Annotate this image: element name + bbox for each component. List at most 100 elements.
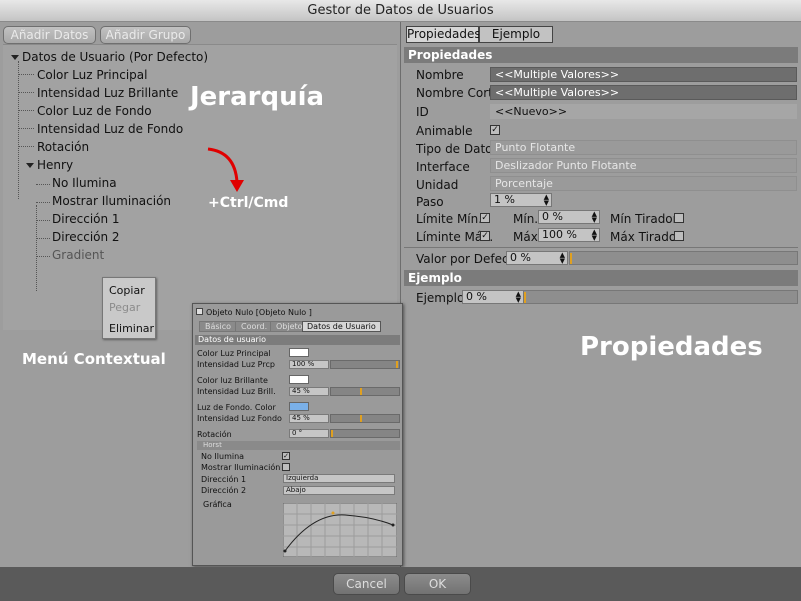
min-handle-checkbox[interactable] bbox=[674, 213, 684, 223]
tree-item[interactable]: Intensidad Luz de Fondo bbox=[37, 122, 183, 136]
tree-guide bbox=[18, 128, 34, 129]
max-value: 100 % bbox=[542, 228, 577, 241]
shot-no-ilumina-checkbox[interactable]: ✓ bbox=[282, 452, 290, 460]
shot-slider[interactable] bbox=[330, 387, 400, 396]
min-limit-checkbox[interactable]: ✓ bbox=[480, 213, 490, 223]
footer-bar bbox=[0, 567, 801, 601]
stepper-arrows-icon: ▲ ▼ bbox=[559, 251, 565, 265]
shot-group-header[interactable]: Horst bbox=[197, 441, 400, 450]
add-data-button[interactable]: Añadir Datos bbox=[3, 26, 96, 44]
divider bbox=[404, 247, 798, 248]
interface-select[interactable]: Deslizador Punto Flotante bbox=[490, 158, 797, 173]
slider-handle[interactable] bbox=[360, 415, 362, 422]
tree-guide bbox=[36, 205, 37, 291]
shot-tab-basic[interactable]: Básico bbox=[199, 321, 238, 332]
shot-spline-graph[interactable] bbox=[283, 503, 397, 557]
tree-item[interactable]: Rotación bbox=[37, 140, 89, 154]
tab-properties[interactable]: Propiedades bbox=[406, 26, 481, 43]
shot-row-label: Intensidad Luz Prcp bbox=[197, 360, 275, 369]
shot-row-label: Intensidad Luz Fondo bbox=[197, 414, 282, 423]
tree-guide bbox=[36, 256, 50, 257]
tree-item[interactable]: No Ilumina bbox=[52, 176, 117, 190]
shot-value[interactable]: 45 % bbox=[289, 387, 329, 396]
name-field[interactable]: <<Multiple Valores>> bbox=[490, 67, 797, 82]
menu-item-paste[interactable]: Pegar bbox=[109, 301, 140, 314]
shot-color-swatch[interactable] bbox=[289, 348, 309, 357]
shot-value[interactable]: 100 % bbox=[289, 360, 329, 369]
shot-slider[interactable] bbox=[330, 429, 400, 438]
shot-tab-coord[interactable]: Coord. bbox=[235, 321, 274, 332]
slider-handle[interactable] bbox=[396, 361, 398, 368]
expand-arrow-icon[interactable] bbox=[11, 55, 19, 60]
max-limit-checkbox[interactable]: ✓ bbox=[480, 231, 490, 241]
slider-handle[interactable] bbox=[360, 388, 362, 395]
animable-label: Animable bbox=[416, 124, 473, 138]
default-value: 0 % bbox=[510, 251, 531, 264]
tree-guide bbox=[18, 92, 34, 93]
shot-section: Datos de usuario bbox=[195, 335, 400, 345]
tree-item[interactable]: Mostrar Iluminación bbox=[52, 194, 171, 208]
shot-tab-user-data[interactable]: Datos de Usuario bbox=[302, 321, 381, 332]
min-limit-label: Límite Mín. bbox=[416, 212, 483, 226]
shot-mostrar-checkbox[interactable] bbox=[282, 463, 290, 471]
example-stepper[interactable]: 0 % ▲ ▼ bbox=[462, 290, 524, 304]
shot-dir1-select[interactable]: Izquierda bbox=[283, 474, 395, 483]
tree-item-group[interactable]: Henry bbox=[37, 158, 73, 172]
tree-item[interactable]: Dirección 2 bbox=[52, 230, 120, 244]
step-label: Paso bbox=[416, 195, 444, 209]
ok-button[interactable]: OK bbox=[404, 573, 471, 595]
section-example: Ejemplo bbox=[404, 270, 798, 286]
tree-guide bbox=[36, 184, 50, 185]
animable-checkbox[interactable]: ✓ bbox=[490, 125, 500, 135]
default-value-stepper[interactable]: 0 % ▲ ▼ bbox=[506, 251, 568, 265]
shot-dir2-select[interactable]: Abajo bbox=[283, 486, 395, 495]
tree-item[interactable]: Dirección 1 bbox=[52, 212, 120, 226]
example-label: Ejemplo bbox=[416, 291, 465, 305]
name-label: Nombre bbox=[416, 68, 464, 82]
min-stepper[interactable]: 0 % ▲ ▼ bbox=[538, 210, 600, 224]
shot-color-swatch[interactable] bbox=[289, 375, 309, 384]
min-value: 0 % bbox=[542, 210, 563, 223]
menu-item-delete[interactable]: Eliminar bbox=[109, 322, 154, 335]
cancel-button[interactable]: Cancel bbox=[333, 573, 400, 595]
tree-guide bbox=[36, 238, 50, 239]
shot-dir1-label: Dirección 1 bbox=[201, 475, 247, 484]
min-label: Mín. bbox=[513, 212, 539, 226]
expand-arrow-icon[interactable] bbox=[26, 163, 34, 168]
tree-item[interactable]: Gradient bbox=[52, 248, 104, 262]
stepper-arrows-icon: ▲ ▼ bbox=[591, 210, 597, 224]
shot-value[interactable]: 0 ° bbox=[289, 429, 329, 438]
shot-slider[interactable] bbox=[330, 414, 400, 423]
tree-guide bbox=[18, 110, 34, 111]
max-handle-checkbox[interactable] bbox=[674, 231, 684, 241]
curved-arrow-icon bbox=[207, 147, 244, 192]
max-stepper[interactable]: 100 % ▲ ▼ bbox=[538, 228, 600, 242]
menu-item-copy[interactable]: Copiar bbox=[109, 284, 145, 297]
tree-item[interactable]: Color Luz de Fondo bbox=[37, 104, 152, 118]
max-handle-label: Máx Tirador bbox=[610, 230, 682, 244]
step-stepper[interactable]: 1 % ▲ ▼ bbox=[490, 193, 552, 207]
tree-item[interactable]: Intensidad Luz Brillante bbox=[37, 86, 178, 100]
tree-item[interactable]: Color Luz Principal bbox=[37, 68, 147, 82]
shot-title: Objeto Nulo [Objeto Nulo ] bbox=[206, 308, 312, 317]
tree-item-root[interactable]: Datos de Usuario (Por Defecto) bbox=[22, 50, 208, 64]
example-slider[interactable] bbox=[523, 290, 798, 304]
example-value: 0 % bbox=[466, 290, 487, 303]
shot-value[interactable]: 45 % bbox=[289, 414, 329, 423]
data-type-select[interactable]: Punto Flotante bbox=[490, 140, 797, 155]
slider-handle[interactable] bbox=[524, 292, 526, 303]
slider-handle[interactable] bbox=[331, 430, 333, 437]
add-group-button[interactable]: Añadir Grupo bbox=[100, 26, 191, 44]
slider-handle[interactable] bbox=[570, 253, 572, 264]
shot-dir2-label: Dirección 2 bbox=[201, 486, 247, 495]
short-name-field[interactable]: <<Multiple Valores>> bbox=[490, 85, 797, 100]
data-type-label: Tipo de Dato bbox=[416, 142, 493, 156]
tab-example[interactable]: Ejemplo bbox=[479, 26, 553, 43]
shot-slider[interactable] bbox=[330, 360, 400, 369]
shot-row-label: Rotación bbox=[197, 430, 232, 439]
default-value-slider[interactable] bbox=[569, 251, 798, 265]
tree-guide bbox=[36, 202, 50, 203]
shot-color-swatch[interactable] bbox=[289, 402, 309, 411]
unit-select[interactable]: Porcentaje bbox=[490, 176, 797, 191]
tree-guide bbox=[36, 220, 50, 221]
